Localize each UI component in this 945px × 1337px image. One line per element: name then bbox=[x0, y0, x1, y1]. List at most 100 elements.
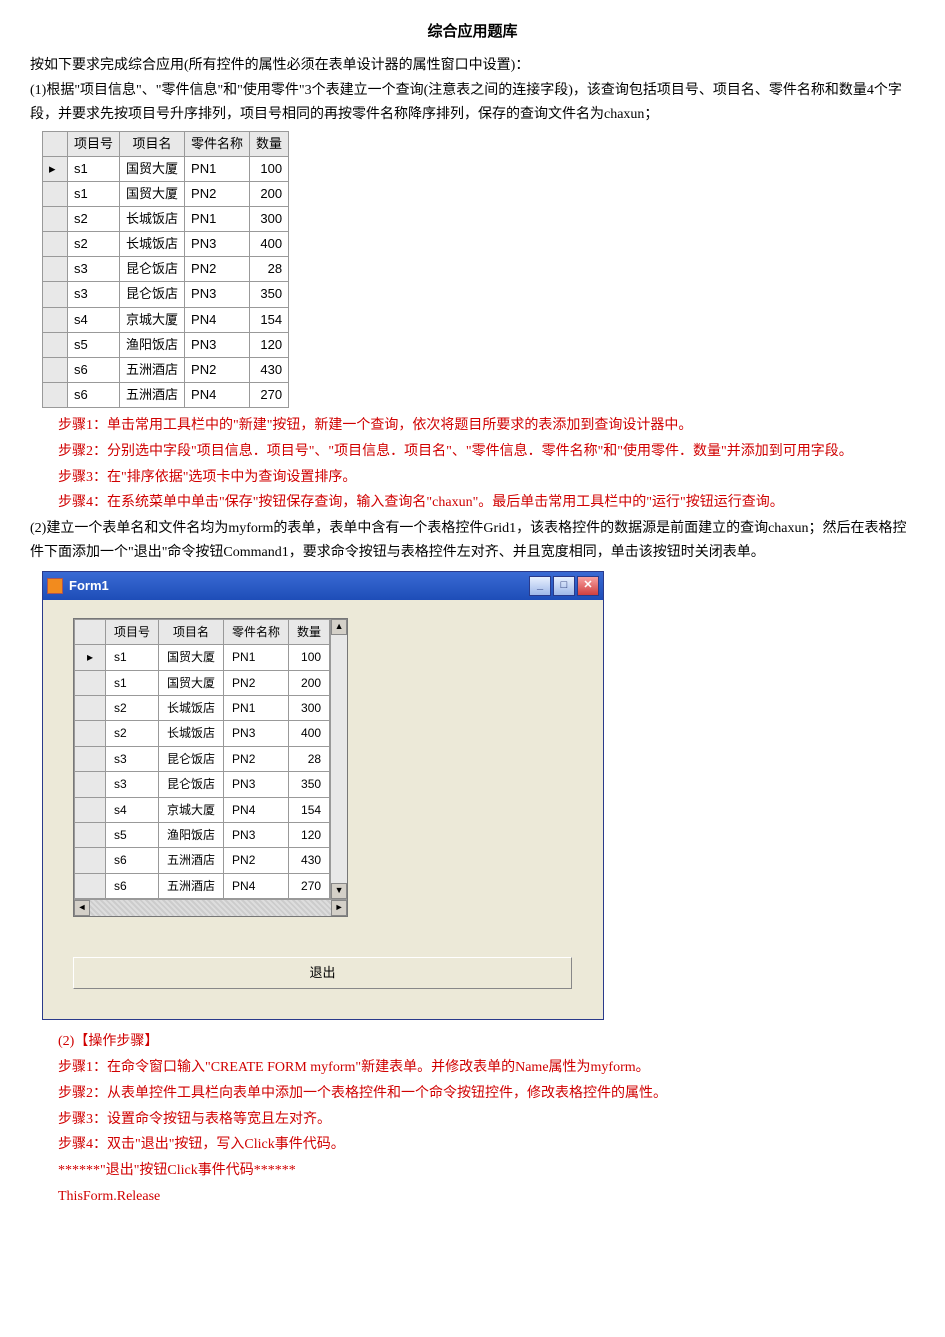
grid-cell[interactable]: s5 bbox=[106, 822, 159, 847]
grid-cell[interactable]: 昆仑饭店 bbox=[159, 746, 224, 771]
grid1-control[interactable]: 项目号项目名零件名称数量 ▸s1国贸大厦PN1100s1国贸大厦PN2200s2… bbox=[73, 618, 348, 917]
grid-cell[interactable]: s2 bbox=[106, 695, 159, 720]
step2-4: 步骤4：双击"退出"按钮，写入Click事件代码。 bbox=[58, 1133, 915, 1157]
row-selector[interactable] bbox=[43, 232, 68, 257]
grid-row[interactable]: s3昆仑饭店PN3350 bbox=[75, 772, 330, 797]
grid-cell[interactable]: 昆仑饭店 bbox=[159, 772, 224, 797]
grid-row[interactable]: s6五洲酒店PN2430 bbox=[75, 848, 330, 873]
grid-cell[interactable]: PN3 bbox=[224, 822, 289, 847]
grid-cell[interactable]: PN1 bbox=[224, 645, 289, 670]
grid-cell[interactable]: s1 bbox=[106, 670, 159, 695]
grid-cell[interactable]: s3 bbox=[106, 746, 159, 771]
grid-horizontal-scrollbar[interactable]: ◄ ► bbox=[74, 899, 347, 916]
grid-row[interactable]: s4京城大厦PN4154 bbox=[75, 797, 330, 822]
grid-cell[interactable]: 200 bbox=[289, 670, 330, 695]
grid-header[interactable]: 项目号 bbox=[106, 619, 159, 644]
grid-cell[interactable]: PN1 bbox=[224, 695, 289, 720]
grid-row[interactable]: s2长城饭店PN1300 bbox=[75, 695, 330, 720]
grid-cell[interactable]: s1 bbox=[106, 645, 159, 670]
grid-row-selector[interactable] bbox=[75, 772, 106, 797]
table-cell: 五洲酒店 bbox=[120, 357, 185, 382]
row-selector[interactable] bbox=[43, 332, 68, 357]
grid-cell[interactable]: PN4 bbox=[224, 797, 289, 822]
grid-row-selector[interactable] bbox=[75, 848, 106, 873]
grid-cell[interactable]: 120 bbox=[289, 822, 330, 847]
grid-cell[interactable]: 国贸大厦 bbox=[159, 645, 224, 670]
row-selector[interactable] bbox=[43, 257, 68, 282]
grid-row-selector[interactable] bbox=[75, 746, 106, 771]
grid-cell[interactable]: 100 bbox=[289, 645, 330, 670]
grid-row-selector[interactable] bbox=[75, 822, 106, 847]
grid-cell[interactable]: 长城饭店 bbox=[159, 695, 224, 720]
grid-cell[interactable]: 五洲酒店 bbox=[159, 848, 224, 873]
table-cell: PN4 bbox=[185, 382, 250, 407]
table-cell: 国贸大厦 bbox=[120, 182, 185, 207]
grid-row[interactable]: ▸s1国贸大厦PN1100 bbox=[75, 645, 330, 670]
row-selector[interactable]: ▸ bbox=[43, 156, 68, 181]
grid-row-selector[interactable] bbox=[75, 721, 106, 746]
grid-cell[interactable]: 五洲酒店 bbox=[159, 873, 224, 898]
scroll-track[interactable] bbox=[90, 900, 331, 916]
grid-cell[interactable]: s2 bbox=[106, 721, 159, 746]
grid-cell[interactable]: PN3 bbox=[224, 772, 289, 797]
grid-cell[interactable]: s6 bbox=[106, 873, 159, 898]
table-cell: PN1 bbox=[185, 207, 250, 232]
grid-cell[interactable]: 154 bbox=[289, 797, 330, 822]
close-button[interactable]: ✕ bbox=[577, 576, 599, 596]
grid-cell[interactable]: 渔阳饭店 bbox=[159, 822, 224, 847]
table-header: 项目名 bbox=[120, 131, 185, 156]
grid-row-selector[interactable] bbox=[75, 695, 106, 720]
table-cell: PN4 bbox=[185, 307, 250, 332]
step1-4: 步骤4：在系统菜单中单击"保存"按钮保存查询，输入查询名"chaxun"。最后单… bbox=[58, 491, 915, 515]
table-cell: 400 bbox=[250, 232, 289, 257]
grid-row-selector[interactable] bbox=[75, 873, 106, 898]
row-selector[interactable] bbox=[43, 382, 68, 407]
row-selector[interactable] bbox=[43, 182, 68, 207]
grid-cell[interactable]: PN3 bbox=[224, 721, 289, 746]
grid-cell[interactable]: s3 bbox=[106, 772, 159, 797]
row-selector[interactable] bbox=[43, 207, 68, 232]
grid-cell[interactable]: PN2 bbox=[224, 746, 289, 771]
grid-cell[interactable]: PN4 bbox=[224, 873, 289, 898]
grid-header[interactable]: 数量 bbox=[289, 619, 330, 644]
row-selector[interactable] bbox=[43, 357, 68, 382]
grid-row[interactable]: s1国贸大厦PN2200 bbox=[75, 670, 330, 695]
grid-header[interactable]: 项目名 bbox=[159, 619, 224, 644]
grid-cell[interactable]: 270 bbox=[289, 873, 330, 898]
grid-cell[interactable]: PN2 bbox=[224, 848, 289, 873]
grid-cell[interactable]: 400 bbox=[289, 721, 330, 746]
grid-cell[interactable]: 京城大厦 bbox=[159, 797, 224, 822]
scroll-down-icon[interactable]: ▼ bbox=[331, 883, 347, 899]
grid-cell[interactable]: PN2 bbox=[224, 670, 289, 695]
grid-cell[interactable]: 长城饭店 bbox=[159, 721, 224, 746]
page-title: 综合应用题库 bbox=[30, 20, 915, 46]
grid-row[interactable]: s3昆仑饭店PN228 bbox=[75, 746, 330, 771]
question-2: (2)建立一个表单名和文件名均为myform的表单，表单中含有一个表格控件Gri… bbox=[30, 517, 915, 565]
grid-cell[interactable]: 430 bbox=[289, 848, 330, 873]
grid-row[interactable]: s6五洲酒店PN4270 bbox=[75, 873, 330, 898]
exit-button[interactable]: 退出 bbox=[73, 957, 572, 989]
maximize-button[interactable]: □ bbox=[553, 576, 575, 596]
grid-row-selector[interactable] bbox=[75, 670, 106, 695]
grid-cell[interactable]: 28 bbox=[289, 746, 330, 771]
row-selector[interactable] bbox=[43, 307, 68, 332]
row-selector[interactable] bbox=[43, 282, 68, 307]
form1-titlebar[interactable]: Form1 _ □ ✕ bbox=[43, 572, 603, 600]
grid-row[interactable]: s5渔阳饭店PN3120 bbox=[75, 822, 330, 847]
grid-row[interactable]: s2长城饭店PN3400 bbox=[75, 721, 330, 746]
grid-cell[interactable]: 国贸大厦 bbox=[159, 670, 224, 695]
grid-cell[interactable]: s4 bbox=[106, 797, 159, 822]
grid-row-selector[interactable] bbox=[75, 797, 106, 822]
grid-vertical-scrollbar[interactable]: ▲ ▼ bbox=[330, 619, 347, 899]
scroll-right-icon[interactable]: ► bbox=[331, 900, 347, 916]
scroll-up-icon[interactable]: ▲ bbox=[331, 619, 347, 635]
scroll-left-icon[interactable]: ◄ bbox=[74, 900, 90, 916]
minimize-button[interactable]: _ bbox=[529, 576, 551, 596]
grid-row-selector[interactable]: ▸ bbox=[75, 645, 106, 670]
table-cell: s6 bbox=[68, 382, 120, 407]
grid-cell[interactable]: s6 bbox=[106, 848, 159, 873]
grid-cell[interactable]: 350 bbox=[289, 772, 330, 797]
form1-title: Form1 bbox=[69, 575, 109, 597]
grid-cell[interactable]: 300 bbox=[289, 695, 330, 720]
grid-header[interactable]: 零件名称 bbox=[224, 619, 289, 644]
